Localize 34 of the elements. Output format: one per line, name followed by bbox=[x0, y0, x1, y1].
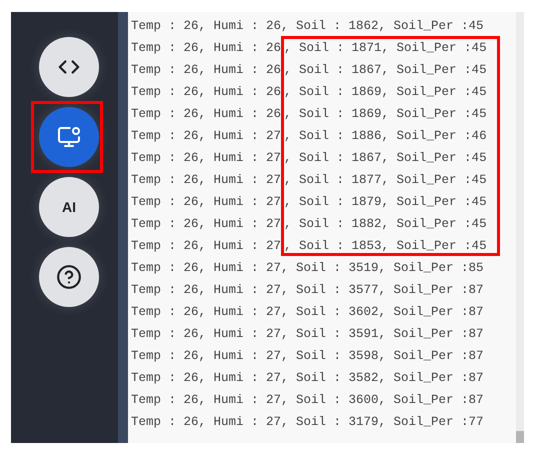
framed-log-text: , Soil : 1867, Soil_Per :45 bbox=[281, 58, 500, 80]
log-line: Temp : 26, Humi : 26 bbox=[131, 62, 282, 79]
log-line: Temp : 26, Humi : 27 bbox=[131, 194, 282, 211]
log-line: Temp : 26, Humi : 27 bbox=[131, 172, 282, 189]
framed-log-text: , Soil : 1871, Soil_Per :45 bbox=[281, 36, 500, 58]
log-line: Temp : 26, Humi : 27, Soil : 3577, Soil_Per :87 bbox=[131, 282, 484, 299]
log-line: Temp : 26, Humi : 26, Soil : 1862, Soil_Per :45 bbox=[131, 18, 484, 35]
framed-log-text: , Soil : 1869, Soil_Per :45 bbox=[281, 80, 500, 102]
log-line: Temp : 26, Humi : 27, Soil : 3591, Soil_Per :87 bbox=[131, 326, 484, 343]
monitor-icon bbox=[57, 125, 81, 149]
scrollbar-thumb[interactable] bbox=[516, 431, 524, 443]
framed-log-text: , Soil : 1877, Soil_Per :45 bbox=[281, 168, 500, 190]
framed-log-text: , Soil : 1879, Soil_Per :45 bbox=[281, 190, 500, 212]
log-line: Temp : 26, Humi : 27, Soil : 3519, Soil_Per :85 bbox=[131, 260, 484, 277]
log-line: Temp : 26, Humi : 27, Soil : 3179, Soil_Per :77 bbox=[131, 414, 484, 431]
framed-log-text: , Soil : 1882, Soil_Per :45 bbox=[281, 212, 500, 234]
log-line: Temp : 26, Humi : 26 bbox=[131, 106, 282, 123]
log-line: Temp : 26, Humi : 27, Soil : 3582, Soil_Per :87 bbox=[131, 370, 484, 387]
log-line: Temp : 26, Humi : 27, Soil : 3598, Soil_Per :87 bbox=[131, 348, 484, 365]
log-line: Temp : 26, Humi : 27, Soil : 3602, Soil_Per :87 bbox=[131, 304, 484, 321]
log-line: Temp : 26, Humi : 27 bbox=[131, 238, 282, 255]
log-line: Temp : 26, Humi : 27, Soil : 3600, Soil_Per :87 bbox=[131, 392, 484, 409]
help-icon bbox=[56, 264, 82, 290]
framed-log-text: , Soil : 1867, Soil_Per :45 bbox=[281, 146, 500, 168]
log-line: Temp : 26, Humi : 27 bbox=[131, 150, 282, 167]
ai-button[interactable]: AI bbox=[39, 177, 99, 237]
framed-log-text: , Soil : 1869, Soil_Per :45 bbox=[281, 102, 500, 124]
log-line: Temp : 26, Humi : 27 bbox=[131, 216, 282, 233]
log-line: Temp : 26, Humi : 27 bbox=[131, 128, 282, 145]
monitor-button[interactable] bbox=[39, 107, 99, 167]
framed-log-text: , Soil : 1853, Soil_Per :45 bbox=[281, 234, 500, 256]
framed-log-text: , Soil : 1886, Soil_Per :46 bbox=[281, 124, 500, 146]
log-line: Temp : 26, Humi : 26 bbox=[131, 84, 282, 101]
log-line: Temp : 26, Humi : 26 bbox=[131, 40, 282, 57]
